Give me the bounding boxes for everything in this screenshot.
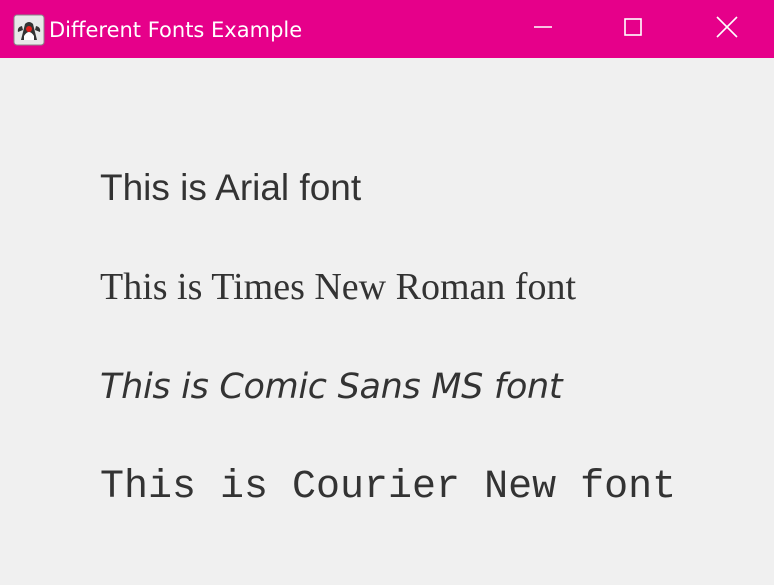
close-icon bbox=[716, 15, 738, 43]
minimize-icon bbox=[533, 17, 553, 42]
maximize-icon bbox=[623, 17, 643, 42]
close-button[interactable] bbox=[682, 0, 772, 58]
comic-sans-font-label: This is Comic Sans MS font bbox=[100, 367, 563, 407]
content-panel: This is Arial font This is Times New Rom… bbox=[0, 58, 774, 585]
window-title: Different Fonts Example bbox=[49, 18, 303, 42]
java-duke-icon[interactable] bbox=[13, 14, 45, 46]
arial-font-label: This is Arial font bbox=[100, 167, 362, 208]
times-new-roman-font-label: This is Times New Roman font bbox=[100, 266, 577, 308]
maximize-button[interactable] bbox=[588, 0, 678, 58]
app-window: Different Fonts Example This is Arial fo… bbox=[0, 0, 774, 585]
minimize-button[interactable] bbox=[498, 0, 588, 58]
courier-new-font-label: This is Courier New font bbox=[100, 465, 677, 510]
title-bar[interactable]: Different Fonts Example bbox=[0, 0, 774, 58]
